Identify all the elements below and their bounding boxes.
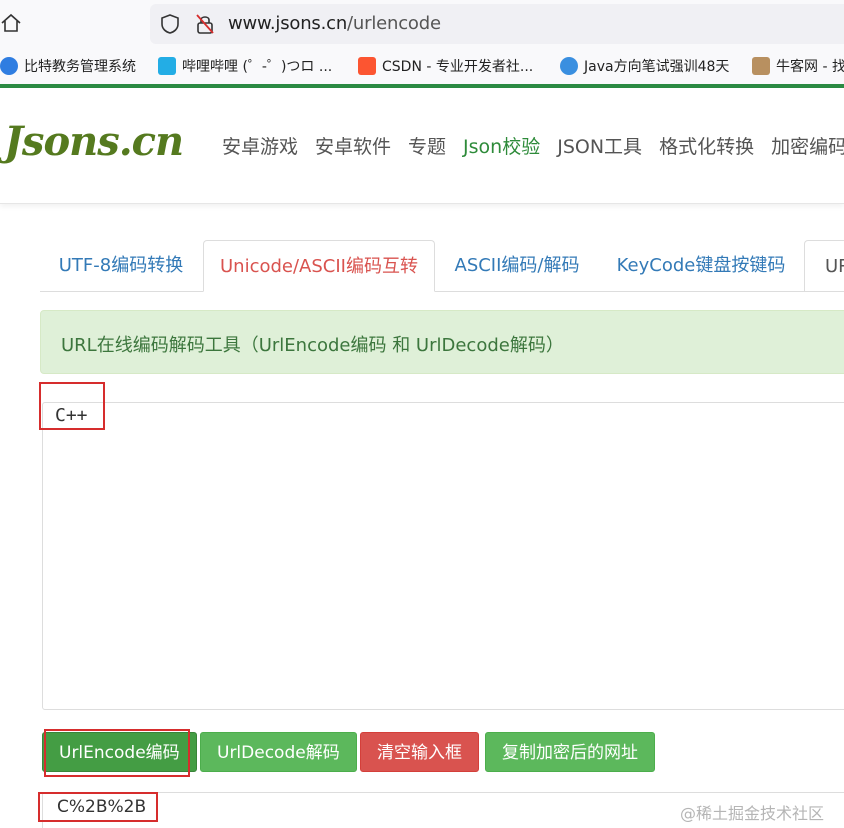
copy-url-button[interactable]: 复制加密后的网址 bbox=[485, 732, 655, 772]
nav-item-topics[interactable]: 专题 bbox=[408, 132, 446, 159]
url-path: /urlencode bbox=[347, 13, 441, 34]
bookmark-java[interactable]: Java方向笔试强训48天 bbox=[560, 56, 729, 76]
bookmark-nowcoder[interactable]: 牛客网 - 找 bbox=[752, 56, 844, 76]
java-icon bbox=[560, 57, 578, 75]
input-textarea[interactable]: C++ bbox=[42, 402, 844, 710]
url-host: www.jsons.cn bbox=[228, 13, 348, 34]
bookmark-label: Java方向笔试强训48天 bbox=[584, 59, 730, 75]
tab-unicode-ascii[interactable]: Unicode/ASCII编码互转 bbox=[203, 240, 435, 292]
tab-utf8[interactable]: UTF-8编码转换 bbox=[40, 240, 202, 292]
tab-ascii[interactable]: ASCII编码/解码 bbox=[436, 240, 598, 292]
bookmark-bitejiaowu[interactable]: 比特教务管理系统 bbox=[0, 56, 136, 76]
info-alert: URL在线编码解码工具（UrlEncode编码 和 UrlDecode解码） bbox=[40, 310, 844, 374]
browser-address-bar: www.jsons.cn/urlencode bbox=[0, 0, 844, 48]
output-highlight-box bbox=[38, 792, 158, 822]
watermark: @稀土掘金技术社区 bbox=[680, 804, 825, 823]
site-header: Jsons.cn 安卓游戏 安卓软件 专题 Json校验 JSON工具 格式化转… bbox=[0, 88, 844, 204]
tool-tabs: UTF-8编码转换 Unicode/ASCII编码互转 ASCII编码/解码 K… bbox=[40, 240, 844, 292]
shield-icon[interactable] bbox=[160, 13, 180, 35]
alert-text: URL在线编码解码工具（UrlEncode编码 和 UrlDecode解码） bbox=[61, 335, 564, 356]
home-icon[interactable] bbox=[0, 12, 22, 34]
bookmark-label: 哔哩哔哩 (゜-゜)つロ ... bbox=[182, 59, 333, 75]
insecure-lock-icon[interactable] bbox=[195, 13, 215, 35]
nav-item-android-apps[interactable]: 安卓软件 bbox=[315, 132, 391, 159]
nav-item-json-validate[interactable]: Json校验 bbox=[463, 132, 540, 159]
url-text[interactable]: www.jsons.cn/urlencode bbox=[228, 13, 441, 34]
tab-keycode[interactable]: KeyCode键盘按键码 bbox=[600, 240, 802, 292]
nav-item-format-convert[interactable]: 格式化转换 bbox=[659, 132, 754, 159]
encode-button-highlight-box bbox=[44, 729, 190, 777]
bookmark-label: 牛客网 - 找 bbox=[776, 59, 844, 75]
bookmark-label: 比特教务管理系统 bbox=[24, 59, 136, 75]
nav-item-json-tools[interactable]: JSON工具 bbox=[557, 132, 642, 159]
url-decode-button[interactable]: UrlDecode解码 bbox=[200, 732, 357, 772]
bookmark-label: CSDN - 专业开发者社... bbox=[382, 59, 534, 75]
site-logo[interactable]: Jsons.cn bbox=[4, 118, 184, 165]
nowcoder-icon bbox=[752, 57, 770, 75]
bilibili-icon bbox=[158, 57, 176, 75]
bookmark-bilibili[interactable]: 哔哩哔哩 (゜-゜)つロ ... bbox=[158, 56, 332, 76]
input-highlight-box bbox=[39, 382, 105, 430]
bitejiaowu-icon bbox=[0, 57, 18, 75]
nav-item-android-games[interactable]: 安卓游戏 bbox=[222, 132, 298, 159]
main-nav: 安卓游戏 安卓软件 专题 Json校验 JSON工具 格式化转换 加密编码 bbox=[222, 132, 844, 159]
clear-input-button[interactable]: 清空输入框 bbox=[360, 732, 479, 772]
bookmarks-bar: 比特教务管理系统 哔哩哔哩 (゜-゜)つロ ... CSDN - 专业开发者社.… bbox=[0, 48, 844, 84]
csdn-icon bbox=[358, 57, 376, 75]
tab-url[interactable]: URL bbox=[804, 240, 844, 292]
nav-item-encrypt-encode[interactable]: 加密编码 bbox=[771, 132, 844, 159]
bookmark-csdn[interactable]: CSDN - 专业开发者社... bbox=[358, 56, 533, 76]
